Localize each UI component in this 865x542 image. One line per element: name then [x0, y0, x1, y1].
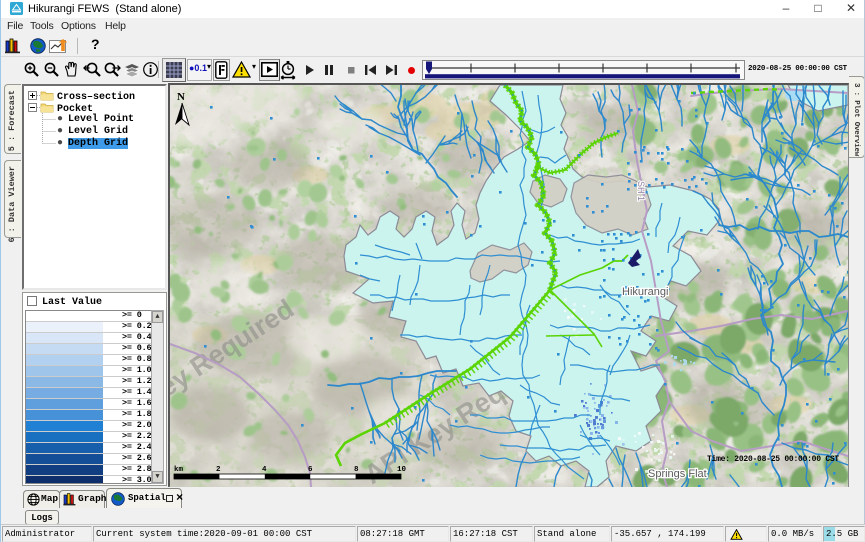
svg-text:Time: 2020-08-25 00:00:00 CST: Time: 2020-08-25 00:00:00 CST — [707, 455, 839, 464]
svg-text:2: 2 — [216, 466, 221, 474]
svg-text:Springs Flat: Springs Flat — [648, 468, 707, 480]
svg-text:km: km — [174, 466, 184, 474]
svg-text:4: 4 — [262, 466, 267, 474]
svg-text:8: 8 — [354, 466, 359, 474]
svg-text:10: 10 — [397, 466, 407, 474]
svg-text:SH 1: SH 1 — [636, 181, 646, 201]
svg-text:Hikurangi: Hikurangi — [622, 286, 668, 298]
svg-text:N: N — [177, 91, 185, 103]
svg-text:6: 6 — [308, 466, 313, 474]
